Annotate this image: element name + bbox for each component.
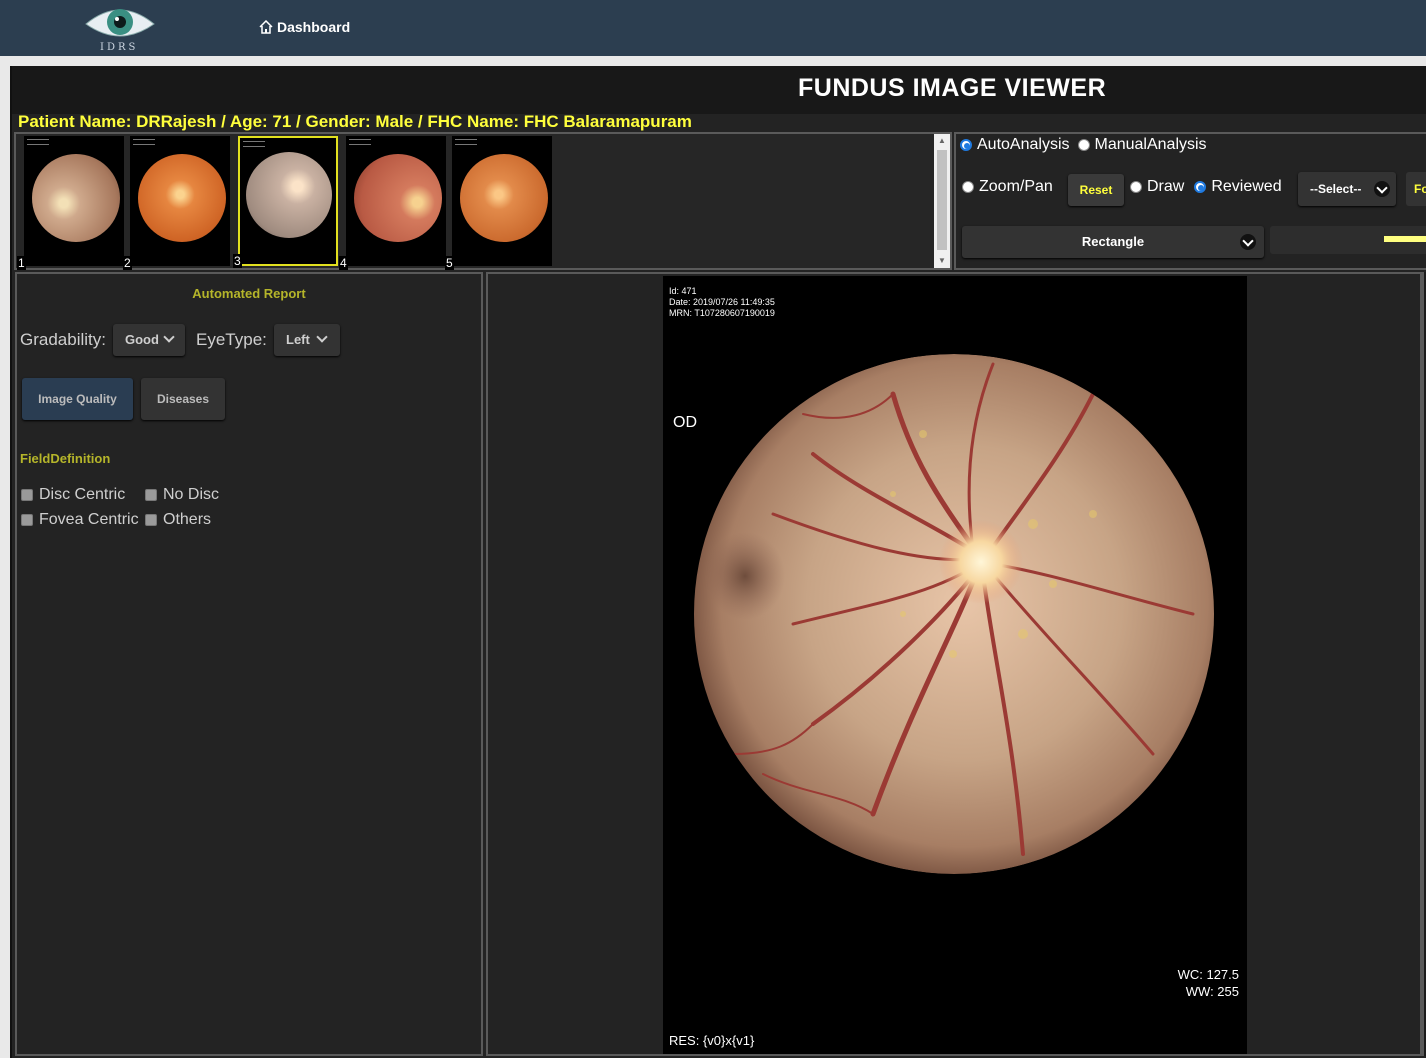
select-value: --Select--	[1310, 182, 1362, 196]
disc-centric-checkbox[interactable]: Disc Centric	[21, 486, 125, 504]
thumbnail-retina	[32, 154, 120, 242]
dashboard-link[interactable]: Dashboard	[259, 19, 350, 35]
patient-info: Patient Name: DRRajesh / Age: 71 / Gende…	[18, 112, 692, 131]
no-disc-checkbox[interactable]: No Disc	[145, 486, 219, 504]
chevron-down-icon	[316, 331, 328, 343]
line-color-picker[interactable]	[1270, 226, 1426, 254]
thumbnail-number: 5	[445, 256, 454, 270]
zoom-pan-option[interactable]: Zoom/Pan	[962, 178, 1053, 196]
auto-analysis-label: AutoAnalysis	[977, 136, 1070, 153]
checkbox-icon[interactable]	[21, 514, 33, 526]
thumbnail-meta-icon	[243, 141, 265, 147]
eyetype-value: Left	[286, 332, 310, 347]
report-title: Automated Report	[192, 286, 306, 301]
eye-label: OD	[673, 414, 697, 431]
thumbnail-2[interactable]: 2	[123, 136, 230, 270]
thumbnail-retina	[460, 154, 548, 242]
draw-option[interactable]: Draw Reviewed	[1130, 178, 1282, 196]
radio-checked-icon[interactable]	[1194, 181, 1207, 193]
dashboard-label: Dashboard	[277, 19, 351, 35]
image-panel: Id: 471 Date: 2019/07/26 11:49:35 MRN: T…	[486, 272, 1422, 1056]
scroll-down-icon[interactable]: ▼	[934, 254, 950, 268]
scroll-thumb[interactable]	[937, 150, 947, 250]
checkbox-icon[interactable]	[145, 489, 157, 501]
thumbnail-1[interactable]: 1	[17, 136, 124, 270]
checkbox-label: No Disc	[163, 486, 220, 503]
top-navbar: IDRS Dashboard	[0, 0, 1426, 56]
window-level-readout: WC: 127.5 WW: 255	[1178, 966, 1239, 1000]
gradability-label: Gradability:	[20, 330, 106, 349]
eyetype-select[interactable]: Left	[274, 324, 340, 356]
home-icon	[259, 20, 273, 34]
thumbnail-scrollbar[interactable]: ▲ ▼	[934, 134, 950, 268]
radio-checked-icon[interactable]	[960, 139, 972, 151]
others-checkbox[interactable]: Others	[145, 511, 211, 529]
fundus-image-canvas[interactable]: Id: 471 Date: 2019/07/26 11:49:35 MRN: T…	[663, 276, 1247, 1054]
manual-analysis-label: ManualAnalysis	[1094, 136, 1207, 153]
analysis-controls: AutoAnalysis ManualAnalysis Zoom/Pan Res…	[954, 132, 1426, 270]
shape-value: Rectangle	[1081, 234, 1145, 249]
thumbnail-retina	[246, 152, 332, 238]
field-definition-title: FieldDefinition	[20, 451, 111, 466]
thumbnail-meta-icon	[455, 139, 477, 145]
thumbnail-retina	[354, 154, 442, 242]
draw-label: Draw	[1147, 178, 1185, 195]
checkbox-icon[interactable]	[21, 489, 33, 501]
thumbnail-number: 2	[123, 256, 132, 270]
right-panel-edge	[1422, 272, 1426, 1056]
fundus-viewer: FUNDUS IMAGE VIEWER Patient Name: DRRaje…	[10, 66, 1426, 1058]
reset-button[interactable]: Reset	[1068, 174, 1124, 206]
tab-diseases[interactable]: Diseases	[141, 378, 225, 420]
image-date: Date: 2019/07/26 11:49:35	[669, 297, 775, 307]
scroll-up-icon[interactable]: ▲	[934, 134, 950, 148]
thumbnail-meta-icon	[133, 139, 155, 145]
resolution-readout: RES: {v0}x{v1}	[669, 1033, 755, 1048]
checkbox-label: Disc Centric	[39, 486, 126, 503]
gradability-value: Good	[125, 332, 159, 347]
title-bar: FUNDUS IMAGE VIEWER	[12, 66, 1426, 114]
report-panel: Automated Report Gradability: Good EyeTy…	[15, 272, 483, 1056]
radio-icon[interactable]	[962, 181, 974, 193]
wc-value: WC: 127.5	[1177, 967, 1239, 982]
logo-text: IDRS	[100, 42, 139, 53]
page-title: FUNDUS IMAGE VIEWER	[798, 74, 1107, 102]
thumbnail-number: 1	[17, 256, 26, 270]
line-color-swatch	[1384, 236, 1426, 242]
thumbnail-retina	[138, 154, 226, 242]
auto-analysis-option[interactable]: AutoAnalysis ManualAnalysis	[960, 136, 1207, 154]
thumbnail-3[interactable]: 3	[233, 136, 338, 268]
select-dropdown[interactable]: --Select--	[1298, 172, 1396, 206]
thumbnail-number: 3	[233, 254, 242, 268]
chevron-down-icon	[1374, 181, 1390, 197]
zoom-pan-label: Zoom/Pan	[979, 178, 1053, 195]
fovea-centric-checkbox[interactable]: Fovea Centric	[21, 511, 139, 529]
thumbnail-meta-icon	[349, 139, 371, 145]
checkbox-label: Fovea Centric	[39, 511, 139, 528]
chevron-down-icon	[1240, 234, 1256, 250]
image-metadata: Id: 471 Date: 2019/07/26 11:49:35 MRN: T…	[669, 286, 775, 319]
radio-icon[interactable]	[1130, 181, 1142, 193]
thumbnail-meta-icon	[27, 139, 49, 145]
radio-icon[interactable]	[1077, 139, 1090, 151]
ww-value: WW: 255	[1185, 984, 1239, 999]
reviewed-label: Reviewed	[1211, 178, 1282, 195]
thumbnail-strip: 1 2 3 4 5 ▲ ▼	[14, 132, 952, 270]
thumbnail-5[interactable]: 5	[445, 136, 552, 270]
chevron-down-icon	[163, 331, 175, 343]
image-id: Id: 471	[669, 286, 697, 296]
checkbox-label: Others	[163, 511, 212, 528]
eyetype-label: EyeType:	[196, 330, 267, 349]
thumbnail-number: 4	[339, 256, 348, 270]
thumbnail-4[interactable]: 4	[339, 136, 446, 270]
fo-button[interactable]: Fo	[1406, 172, 1426, 206]
shape-dropdown[interactable]: Rectangle	[962, 226, 1264, 258]
tab-image-quality[interactable]: Image Quality	[22, 378, 133, 420]
image-mrn: MRN: T107280607190019	[669, 308, 775, 318]
gradability-select[interactable]: Good	[113, 324, 185, 356]
fundus-image	[694, 354, 1214, 874]
checkbox-icon[interactable]	[145, 514, 157, 526]
